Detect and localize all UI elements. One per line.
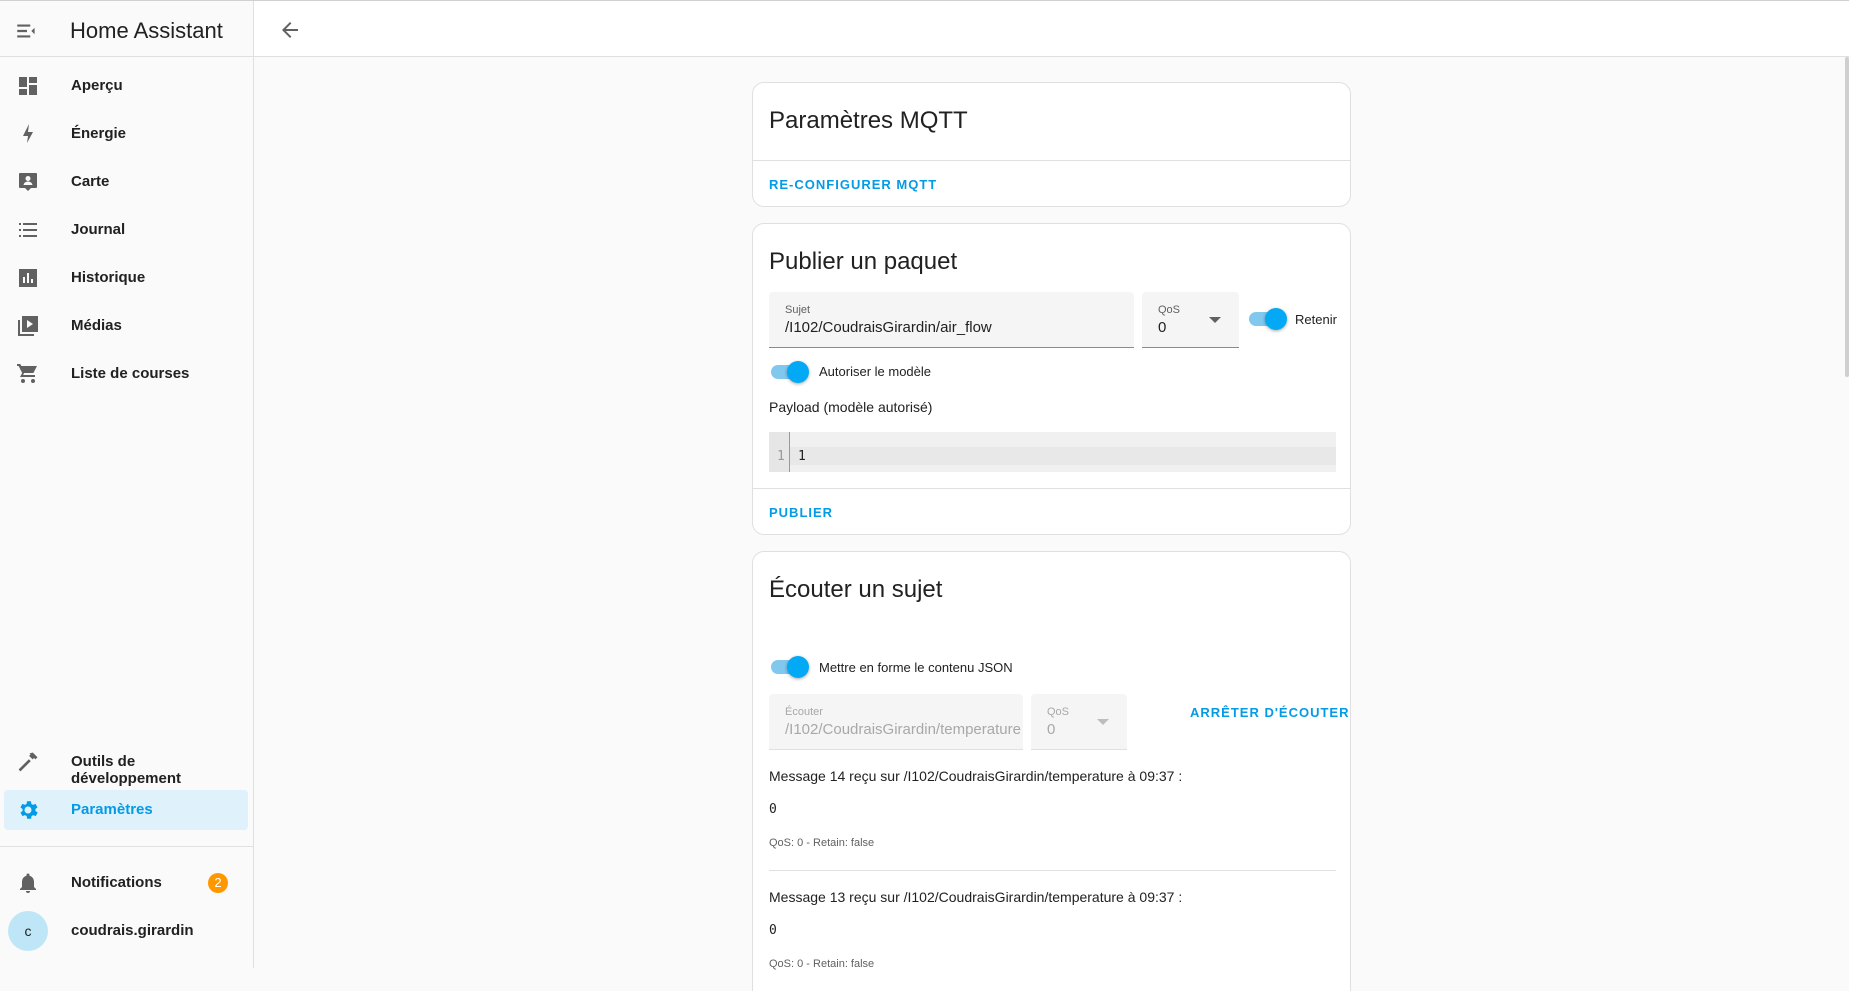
topic-input[interactable]: /I102/CoudraisGirardin/air_flow <box>785 319 992 336</box>
sidebar-item-notifications[interactable]: Notifications 2 <box>4 863 248 903</box>
hammer-icon <box>16 750 40 774</box>
publish-packet-card: Publier un paquet Sujet /I102/CoudraisGi… <box>752 223 1351 535</box>
qos-select[interactable]: QoS 0 <box>1142 292 1239 348</box>
listen-topic-card: Écouter un sujet Mettre en forme le cont… <box>752 551 1351 991</box>
mqtt-settings-card: Paramètres MQTT RE-CONFIGURER MQTT <box>752 82 1351 207</box>
field-label: QoS <box>1047 706 1070 718</box>
sidebar-item-label: Médias <box>71 317 122 334</box>
sidebar-item-label: Liste de courses <box>71 365 190 382</box>
sidebar-item-label: Outils de développement <box>71 753 182 787</box>
stop-listening-button[interactable]: ARRÊTER D'ÉCOUTER <box>1190 705 1350 720</box>
format-json-label: Mettre en forme le contenu JSON <box>819 660 1013 675</box>
lightning-icon <box>16 122 40 146</box>
sidebar-item-carte[interactable]: Carte <box>4 162 248 202</box>
retain-toggle[interactable] <box>1247 307 1287 330</box>
sidebar-item-label: Paramètres <box>71 801 153 818</box>
sidebar-item-label: Aperçu <box>71 77 123 94</box>
card-title: Paramètres MQTT <box>769 107 968 134</box>
sidebar-item-medias[interactable]: Médias <box>4 306 248 346</box>
allow-template-label: Autoriser le modèle <box>819 364 931 379</box>
field-label: Sujet <box>785 304 811 316</box>
retain-label: Retenir <box>1295 312 1337 327</box>
field-label: QoS <box>1158 304 1181 316</box>
message-payload: 0 <box>769 802 777 817</box>
qos-value: 0 <box>1047 721 1056 738</box>
chevron-down-icon <box>1209 317 1221 323</box>
sidebar-item-label: Historique <box>71 269 146 286</box>
listen-topic-input[interactable]: /I102/CoudraisGirardin/temperature <box>785 721 1021 738</box>
top-app-bar <box>254 0 1849 57</box>
payload-text[interactable]: 1 <box>798 449 806 464</box>
bell-icon <box>16 871 40 895</box>
message-payload: 0 <box>769 923 777 938</box>
toggle-knob <box>787 656 809 678</box>
sidebar-item-historique[interactable]: Historique <box>4 258 248 298</box>
message-title: Message 13 reçu sur /I102/CoudraisGirard… <box>769 889 1183 905</box>
topic-field[interactable]: Sujet /I102/CoudraisGirardin/air_flow <box>769 292 1134 348</box>
notification-count-badge: 2 <box>208 873 228 893</box>
qos-value: 0 <box>1158 319 1167 336</box>
field-label: Écouter <box>785 706 823 718</box>
listen-qos-select[interactable]: QoS 0 <box>1031 694 1127 750</box>
sidebar-item-journal[interactable]: Journal <box>4 210 248 250</box>
active-line <box>790 447 1336 465</box>
allow-template-toggle[interactable] <box>769 360 809 383</box>
message-meta: QoS: 0 - Retain: false <box>769 837 875 849</box>
card-title: Publier un paquet <box>769 248 958 275</box>
back-arrow-icon[interactable] <box>278 18 302 42</box>
app-title: Home Assistant <box>70 18 223 43</box>
publish-button[interactable]: PUBLIER <box>769 505 833 520</box>
message-divider <box>769 870 1336 871</box>
listen-topic-field[interactable]: Écouter /I102/CoudraisGirardin/temperatu… <box>769 694 1023 750</box>
sidebar-item-label: Notifications <box>71 874 162 891</box>
card-title: Écouter un sujet <box>769 576 943 603</box>
chart-bar-icon <box>16 266 40 290</box>
chevron-down-icon <box>1097 719 1109 725</box>
play-box-icon <box>16 314 40 338</box>
reconfigure-mqtt-button[interactable]: RE-CONFIGURER MQTT <box>769 177 937 192</box>
menu-toggle-icon[interactable] <box>14 18 40 44</box>
message-title: Message 14 reçu sur /I102/CoudraisGirard… <box>769 768 1183 784</box>
user-name: coudrais.girardin <box>71 922 194 939</box>
dashboard-icon <box>16 74 40 98</box>
list-icon <box>16 218 40 242</box>
sidebar-divider <box>0 846 254 847</box>
line-number: 1 <box>777 449 785 464</box>
toggle-knob <box>787 361 809 383</box>
map-account-icon <box>16 170 40 194</box>
card-actions: RE-CONFIGURER MQTT <box>753 160 1350 207</box>
sidebar-item-label: Carte <box>71 173 110 190</box>
payload-code-editor[interactable]: 1 1 <box>769 432 1336 472</box>
message-meta: QoS: 0 - Retain: false <box>769 958 875 970</box>
sidebar-item-user[interactable]: c coudrais.girardin <box>4 911 248 951</box>
page-scrollbar[interactable] <box>1845 57 1849 377</box>
sidebar-item-apercu[interactable]: Aperçu <box>4 66 248 106</box>
sidebar-item-outils-de-developpement[interactable]: Outils de développement <box>4 742 248 787</box>
card-actions: PUBLIER <box>753 488 1350 535</box>
cart-icon <box>16 362 40 386</box>
sidebar-item-label: Journal <box>71 221 126 238</box>
payload-label: Payload (modèle autorisé) <box>769 399 933 415</box>
avatar: c <box>8 911 48 951</box>
gear-icon <box>16 798 40 822</box>
sidebar: Home Assistant Aperçu Énergie Carte Jour… <box>0 0 254 968</box>
sidebar-header: Home Assistant <box>0 0 254 57</box>
format-json-toggle[interactable] <box>769 655 809 678</box>
sidebar-item-liste-de-courses[interactable]: Liste de courses <box>4 354 248 394</box>
sidebar-item-parametres[interactable]: Paramètres <box>4 790 248 830</box>
toggle-knob <box>1265 308 1287 330</box>
sidebar-item-energie[interactable]: Énergie <box>4 114 248 154</box>
sidebar-item-label: Énergie <box>71 125 127 142</box>
